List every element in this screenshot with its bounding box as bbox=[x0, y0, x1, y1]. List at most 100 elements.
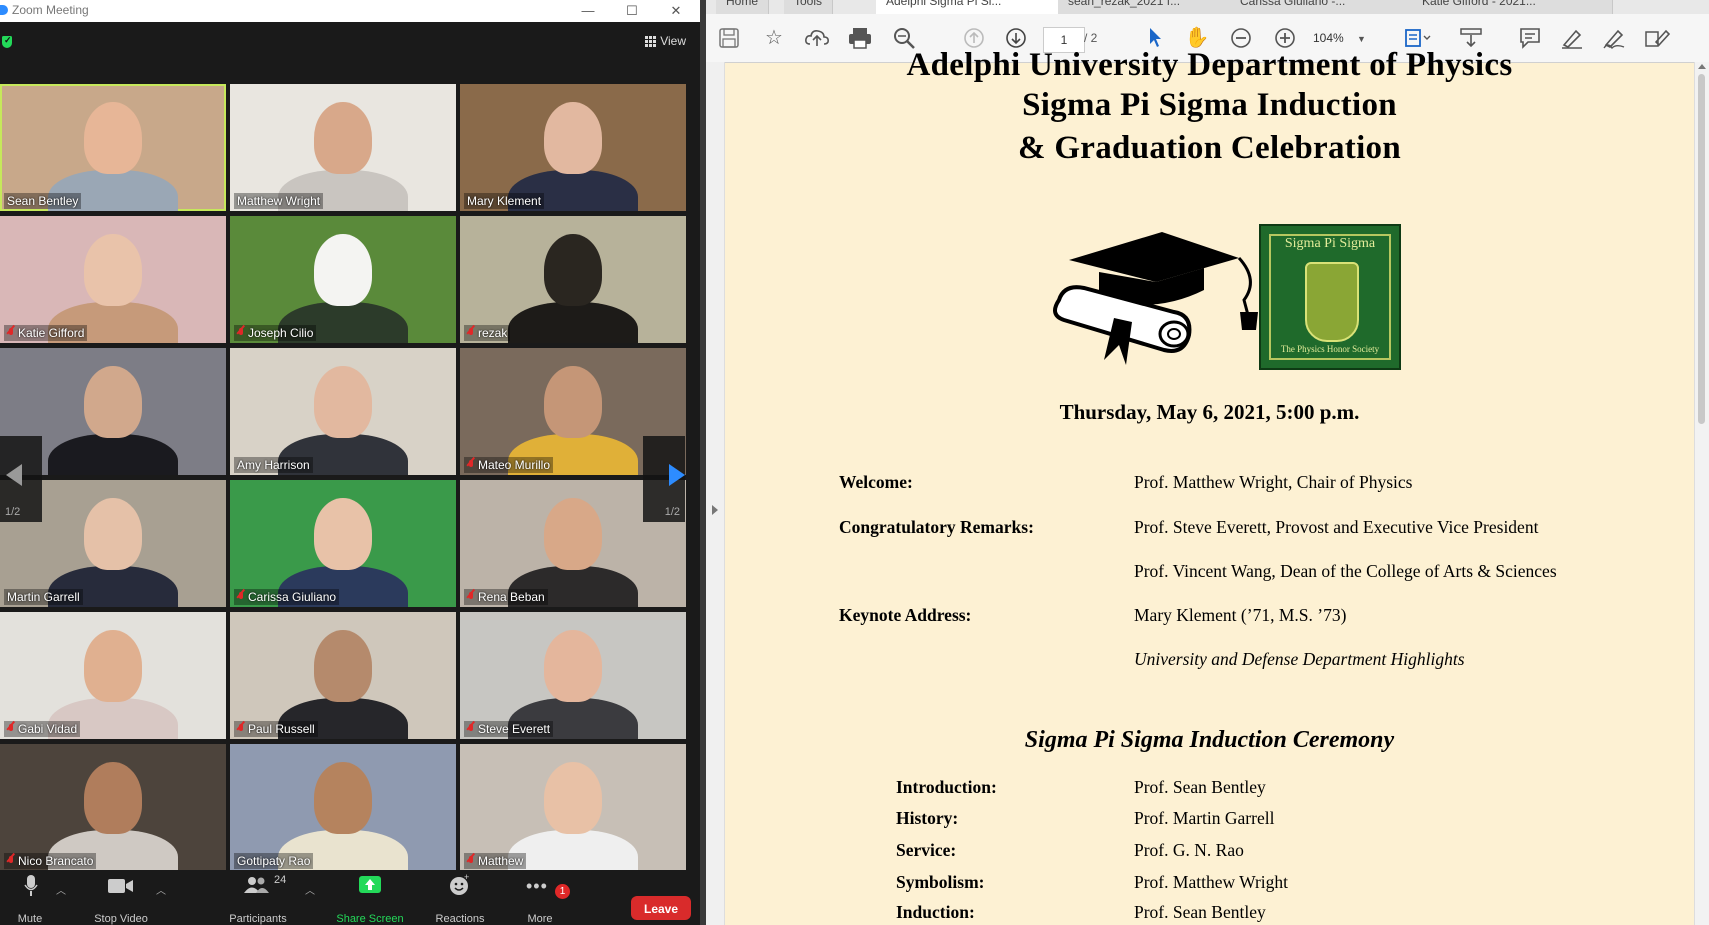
scroll-up-arrow-icon[interactable] bbox=[1698, 64, 1706, 69]
participant-tile[interactable]: Matthew Wright bbox=[230, 84, 456, 211]
tab-home[interactable]: Home bbox=[716, 0, 770, 14]
participant-tile[interactable]: Gabi Vidad bbox=[0, 612, 226, 739]
participants-count: 24 bbox=[274, 874, 287, 886]
previous-page-button[interactable]: 1/2 bbox=[0, 436, 42, 522]
participant-video-body bbox=[508, 302, 638, 343]
muted-microphone-icon bbox=[7, 723, 15, 735]
participant-name: Gottipaty Rao bbox=[237, 854, 311, 868]
participant-name: Nico Brancato bbox=[18, 854, 94, 868]
tab-katie-gifford[interactable]: Katie Gifford - 2021... bbox=[1412, 0, 1613, 14]
participant-name: Gabi Vidad bbox=[18, 722, 78, 736]
zoom-titlebar: Zoom Meeting — ☐ ✕ bbox=[0, 0, 700, 23]
participant-tile[interactable]: Mary Klement bbox=[460, 84, 686, 211]
participant-tile[interactable]: Katie Gifford bbox=[0, 216, 226, 343]
participants-options-chevron-icon[interactable]: ︿ bbox=[305, 882, 315, 897]
participant-tile[interactable]: Steve Everett bbox=[460, 612, 686, 739]
muted-microphone-icon bbox=[467, 327, 475, 339]
tab-carissa-giuliano[interactable]: Carissa Giuliano -... bbox=[1230, 0, 1431, 14]
arrow-left-icon bbox=[6, 464, 22, 486]
tab-sean-rezak[interactable]: sean_rezak_2021 f... bbox=[1058, 0, 1249, 14]
microphone-icon bbox=[24, 875, 38, 896]
participant-tile[interactable]: Paul Russell bbox=[230, 612, 456, 739]
ceremony-value: Prof. Matthew Wright bbox=[1134, 872, 1289, 892]
page-total: / 2 bbox=[1084, 31, 1098, 45]
next-page-button[interactable]: 1/2 bbox=[643, 436, 685, 522]
participant-name: Joseph Cilio bbox=[248, 326, 314, 340]
video-options-chevron-icon[interactable]: ︿ bbox=[156, 882, 166, 897]
participant-name: Matthew bbox=[478, 854, 524, 868]
zoom-level-select[interactable]: 104% ▼ bbox=[1313, 27, 1373, 49]
program-value: University and Defense Department Highli… bbox=[1134, 649, 1465, 669]
participant-name: Paul Russell bbox=[248, 722, 315, 736]
view-button[interactable]: View bbox=[645, 34, 686, 48]
participant-name-tag: Steve Everett bbox=[464, 721, 554, 737]
participant-tile[interactable]: rezak bbox=[460, 216, 686, 343]
gallery-view: Sean Bentley Matthew Wright Mary Klement Ka… bbox=[0, 84, 690, 871]
scrollbar-thumb[interactable] bbox=[1698, 74, 1705, 424]
document-scrollbar[interactable] bbox=[1694, 62, 1709, 925]
participant-video-head bbox=[314, 498, 372, 570]
ceremony-value: Prof. Sean Bentley bbox=[1134, 902, 1266, 922]
security-shield-icon[interactable]: ✓ bbox=[2, 35, 12, 48]
pdf-reader-window: Home Tools Adelphi Sigma Pi Si... sean_r… bbox=[706, 0, 1709, 925]
participant-name-tag: Joseph Cilio bbox=[234, 325, 317, 341]
participant-tile[interactable]: Sean Bentley bbox=[0, 84, 226, 211]
program-label: Welcome: bbox=[839, 472, 913, 492]
audio-options-chevron-icon[interactable]: ︿ bbox=[56, 882, 66, 897]
reactions-button[interactable]: + Reactions bbox=[428, 870, 492, 925]
tab-adelphi-sigma-pi-sigma[interactable]: Adelphi Sigma Pi Si... bbox=[876, 0, 1077, 14]
participant-video-head bbox=[544, 102, 602, 174]
muted-microphone-icon bbox=[237, 723, 245, 735]
participant-name-tag: Matthew Wright bbox=[234, 193, 324, 209]
participant-name-tag: Sean Bentley bbox=[4, 193, 82, 209]
participant-name-tag: Gabi Vidad bbox=[4, 721, 81, 737]
participant-video-head bbox=[314, 102, 372, 174]
participant-tile[interactable]: Carissa Giuliano bbox=[230, 480, 456, 607]
share-screen-button[interactable]: Share Screen bbox=[332, 870, 408, 925]
more-label: More bbox=[527, 913, 553, 925]
leave-button[interactable]: Leave bbox=[631, 896, 691, 920]
more-dots-icon: ••• bbox=[526, 876, 548, 896]
tab-tools[interactable]: Tools bbox=[784, 0, 834, 14]
maximize-icon[interactable]: ☐ bbox=[610, 0, 654, 22]
sigma-pi-sigma-logo: Sigma Pi Sigma The Physics Honor Society bbox=[1259, 224, 1401, 370]
participant-name-tag: Carissa Giuliano bbox=[234, 589, 340, 605]
participant-tile[interactable]: Gottipaty Rao bbox=[230, 744, 456, 871]
participant-name: Carissa Giuliano bbox=[248, 590, 337, 604]
page-indicator-right: 1/2 bbox=[664, 506, 680, 518]
participant-name-tag: Martin Garrell bbox=[4, 589, 83, 605]
participants-button[interactable]: 24 Participants bbox=[222, 870, 294, 925]
participant-video-head bbox=[544, 498, 602, 570]
stop-video-label: Stop Video bbox=[94, 913, 148, 925]
participant-tile[interactable]: Nico Brancato bbox=[0, 744, 226, 871]
muted-microphone-icon bbox=[467, 723, 475, 735]
stop-video-button[interactable]: Stop Video bbox=[88, 870, 154, 925]
participant-name-tag: Katie Gifford bbox=[4, 325, 88, 341]
participants-icon bbox=[244, 877, 269, 893]
participant-name-tag: rezak bbox=[464, 325, 511, 341]
participant-name: Mateo Murillo bbox=[478, 458, 551, 472]
program-value: Prof. Matthew Wright, Chair of Physics bbox=[1134, 472, 1413, 492]
ceremony-title: Sigma Pi Sigma Induction Ceremony bbox=[1024, 727, 1395, 753]
participant-tile[interactable]: Joseph Cilio bbox=[230, 216, 456, 343]
ceremony-value: Prof. Martin Garrell bbox=[1134, 808, 1275, 828]
doc-title-line-3: & Graduation Celebration bbox=[1017, 130, 1402, 166]
page-indicator-left: 1/2 bbox=[5, 506, 21, 518]
participant-tile[interactable]: Matthew bbox=[460, 744, 686, 871]
logo-bottom-text: The Physics Honor Society bbox=[1280, 344, 1380, 354]
close-icon[interactable]: ✕ bbox=[654, 0, 698, 22]
participant-tile[interactable]: Amy Harrison bbox=[230, 348, 456, 475]
participant-name-tag: Paul Russell bbox=[234, 721, 318, 737]
navigation-pane-toggle[interactable] bbox=[706, 62, 725, 925]
mute-button[interactable]: Mute bbox=[10, 870, 50, 925]
participant-name: Martin Garrell bbox=[7, 590, 80, 604]
zoom-window: Zoom Meeting — ☐ ✕ ✓ View Sean Bentley Ma… bbox=[0, 0, 700, 925]
minimize-icon[interactable]: — bbox=[566, 0, 610, 22]
more-button[interactable]: ••• More bbox=[520, 870, 560, 925]
participant-name: Rena Beban bbox=[478, 590, 545, 604]
ceremony-label: History: bbox=[896, 808, 959, 828]
participant-name: Steve Everett bbox=[478, 722, 551, 736]
ceremony-value: Prof. Sean Bentley bbox=[1134, 777, 1266, 797]
logo-top-text: Sigma Pi Sigma bbox=[1284, 236, 1376, 251]
participant-name-tag: Nico Brancato bbox=[4, 853, 97, 869]
